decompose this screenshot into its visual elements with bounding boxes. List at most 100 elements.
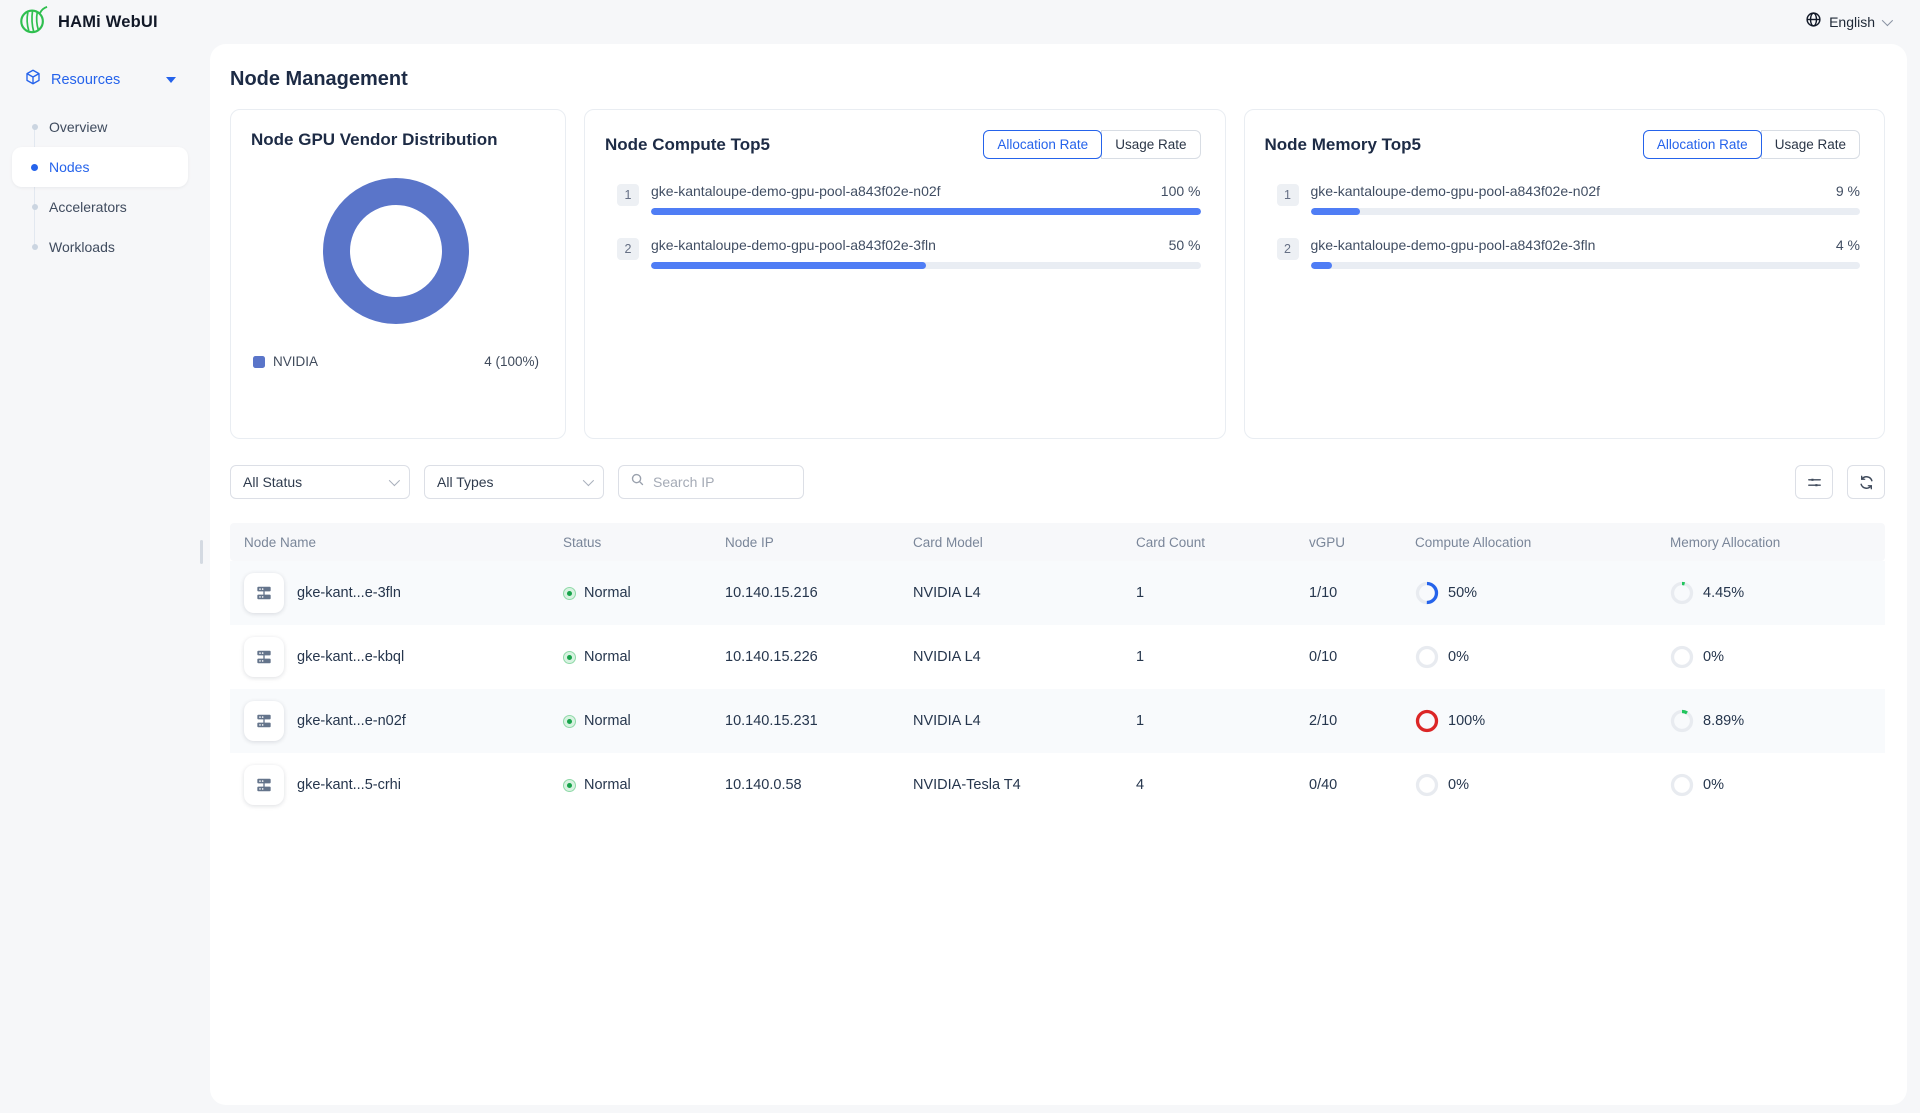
rank-badge: 2 [617,238,639,260]
compute-allocation-rate-tab[interactable]: Allocation Rate [983,130,1102,159]
rank-badge: 1 [617,184,639,206]
search-ip-input[interactable] [653,474,792,490]
progress-bar [1311,262,1861,269]
sidebar-item-resources[interactable]: Resources [24,68,210,91]
status-filter-select[interactable]: All Status [230,465,410,499]
node-name: gke-kantaloupe-demo-gpu-pool-a843f02e-3f… [1311,237,1596,253]
rate-value: 4 % [1836,237,1860,253]
rate-value: 100 % [1161,183,1201,199]
list-item: 2 gke-kantaloupe-demo-gpu-pool-a843f02e-… [617,237,1201,269]
list-item: 2 gke-kantaloupe-demo-gpu-pool-a843f02e-… [1277,237,1861,269]
node-name: gke-kantaloupe-demo-gpu-pool-a843f02e-n0… [651,183,941,199]
tree-dot-icon [32,204,38,210]
table-row[interactable]: gke-kant...e-kbql Normal 10.140.15.226 N… [230,625,1885,689]
donut-ring [323,178,469,324]
summary-cards: Node GPU Vendor Distribution NVIDIA 4 (1… [230,109,1885,439]
memory-allocation-ring [1670,581,1694,605]
node-name[interactable]: gke-kant...5-crhi [297,777,401,793]
progress-bar-fill [651,208,1201,215]
refresh-button[interactable] [1847,465,1885,499]
compute-usage-rate-tab[interactable]: Usage Rate [1101,130,1200,159]
compute-card-title: Node Compute Top5 [605,135,770,155]
rank-badge: 2 [1277,238,1299,260]
sidebar-item-accelerators[interactable]: Accelerators [0,187,210,227]
sidebar-item-workloads[interactable]: Workloads [0,227,210,267]
node-server-icon [244,701,284,741]
status-badge: Normal [584,777,631,793]
legend-value: 4 (100%) [484,354,539,369]
type-filter-value: All Types [437,474,494,490]
compute-allocation-value: 0% [1448,649,1469,665]
nodes-table: Node Name Status Node IP Card Model Card… [230,523,1885,817]
tree-dot-icon [32,124,38,130]
status-ok-icon [563,651,576,664]
vendor-card-title: Node GPU Vendor Distribution [251,130,541,150]
main-panel: Node Management Node GPU Vendor Distribu… [210,44,1907,1105]
vgpu: 1/10 [1309,585,1415,601]
memory-allocation-ring [1670,645,1694,669]
memory-allocation-ring [1670,709,1694,733]
progress-bar-fill [651,262,926,269]
memory-allocation-value: 0% [1703,649,1724,665]
search-icon [630,472,645,492]
sidebar-item-nodes[interactable]: Nodes [0,147,210,187]
node-name: gke-kantaloupe-demo-gpu-pool-a843f02e-3f… [651,237,936,253]
status-badge: Normal [584,713,631,729]
legend-label: NVIDIA [273,354,318,369]
language-selector[interactable]: English [1805,11,1890,33]
sidebar-resources-label: Resources [51,72,120,88]
chevron-down-icon [1882,15,1893,26]
status-badge: Normal [584,649,631,665]
globe-icon [1805,11,1822,33]
table-header: Node Name Status Node IP Card Model Card… [230,523,1885,561]
card-count: 1 [1136,585,1309,601]
vendor-donut-chart [251,178,541,324]
compute-allocation-ring [1415,581,1439,605]
column-settings-button[interactable] [1795,465,1833,499]
compute-top5-list: 1 gke-kantaloupe-demo-gpu-pool-a843f02e-… [605,183,1201,269]
rate-value: 50 % [1169,237,1201,253]
page-title: Node Management [230,68,1885,91]
compute-allocation-value: 100% [1448,713,1485,729]
card-model: NVIDIA L4 [913,585,1136,601]
node-ip: 10.140.15.226 [725,649,913,665]
topbar: HAMi WebUI English [0,0,1920,44]
col-status: Status [563,535,725,550]
type-filter-select[interactable]: All Types [424,465,604,499]
language-label: English [1829,14,1875,30]
vgpu: 0/10 [1309,649,1415,665]
table-row[interactable]: gke-kant...5-crhi Normal 10.140.0.58 NVI… [230,753,1885,817]
compute-top5-card: Node Compute Top5 Allocation Rate Usage … [584,109,1226,439]
vgpu: 0/40 [1309,777,1415,793]
rank-badge: 1 [1277,184,1299,206]
memory-allocation-value: 8.89% [1703,713,1744,729]
col-memory-allocation: Memory Allocation [1670,535,1885,550]
cube-icon [24,68,42,91]
memory-rate-toggle: Allocation Rate Usage Rate [1643,130,1860,159]
memory-usage-rate-tab[interactable]: Usage Rate [1761,130,1860,159]
node-server-icon [244,765,284,805]
node-name[interactable]: gke-kant...e-3fln [297,585,401,601]
table-row[interactable]: gke-kant...e-3fln Normal 10.140.15.216 N… [230,561,1885,625]
table-row[interactable]: gke-kant...e-n02f Normal 10.140.15.231 N… [230,689,1885,753]
memory-allocation-value: 4.45% [1703,585,1744,601]
node-name[interactable]: gke-kant...e-n02f [297,713,406,729]
status-badge: Normal [584,585,631,601]
tree-dot-icon [32,244,38,250]
status-ok-icon [563,715,576,728]
memory-allocation-rate-tab[interactable]: Allocation Rate [1643,130,1762,159]
sidebar-tree: Overview Nodes Accelerators Workloads [0,107,210,267]
card-count: 4 [1136,777,1309,793]
node-name[interactable]: gke-kant...e-kbql [297,649,404,665]
filter-bar: All Status All Types [230,465,1885,499]
memory-top5-list: 1 gke-kantaloupe-demo-gpu-pool-a843f02e-… [1265,183,1861,269]
sidebar-accelerators-label: Accelerators [49,199,127,215]
compute-allocation-ring [1415,645,1439,669]
chevron-down-icon [583,475,594,486]
sidebar-workloads-label: Workloads [49,239,115,255]
node-server-icon [244,637,284,677]
sidebar-resize-handle[interactable] [200,540,203,564]
vendor-distribution-card: Node GPU Vendor Distribution NVIDIA 4 (1… [230,109,566,439]
node-name: gke-kantaloupe-demo-gpu-pool-a843f02e-n0… [1311,183,1601,199]
sidebar-item-overview[interactable]: Overview [0,107,210,147]
